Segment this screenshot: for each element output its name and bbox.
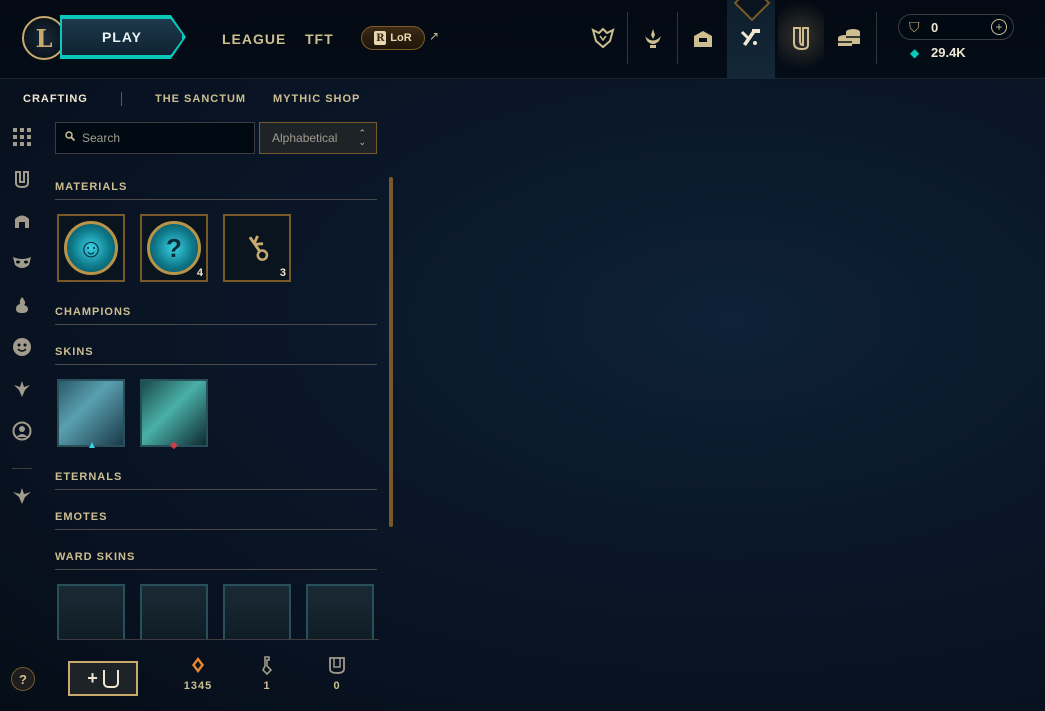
store-bag-icon[interactable]: [687, 20, 719, 56]
skin-rarity-gem-icon: ▲: [87, 440, 97, 451]
rail-divider: [12, 468, 32, 469]
key-fragment-icon: [247, 656, 287, 680]
add-chest-plus: +: [87, 668, 98, 688]
tab-mythic-shop[interactable]: MYTHIC SHOP: [273, 93, 360, 105]
other-loot-icon[interactable]: [10, 484, 34, 508]
orange-essence-counter: 1345: [178, 656, 218, 692]
rp-value: 0: [931, 20, 939, 35]
tab-the-sanctum[interactable]: THE SANCTUM: [155, 93, 246, 105]
blue-essence-icon: ◆: [910, 46, 920, 60]
sort-dropdown[interactable]: Alphabetical ⌃ ⌄: [259, 122, 377, 154]
ward-skin-thumbnail: [59, 586, 123, 640]
chest-count-icon: [317, 656, 357, 680]
loot-list: MATERIALS ☺ ? 4 ⚷ 3 CHAMPIONS SKINS ▲ ◆ …: [55, 170, 377, 640]
top-bar: L PLAY LEAGUE TFT R LoR ↗ ⛉ 0 + ◆ 29.4K: [0, 0, 1045, 79]
loot-item-ward-skin[interactable]: [306, 584, 374, 640]
league-logo[interactable]: L: [22, 16, 66, 60]
loot-item-hextech-key[interactable]: ⚷ 3: [223, 214, 291, 282]
lor-badge-icon: R: [374, 31, 387, 45]
loot-item-mystery-orb[interactable]: ? 4: [140, 214, 208, 282]
champion-helmet-icon[interactable]: [10, 209, 34, 233]
loot-list-scrollbar[interactable]: [389, 177, 393, 527]
crafting-hammer-icon[interactable]: [735, 20, 767, 56]
worlds-icon[interactable]: [587, 20, 619, 56]
header-divider: [627, 12, 628, 64]
search-icon: [65, 131, 76, 144]
tab-crafting[interactable]: CRAFTING: [23, 93, 88, 105]
search-field[interactable]: [55, 122, 255, 154]
loot-item-skin[interactable]: ◆: [140, 379, 208, 451]
key-fragment-counter: 1: [247, 656, 287, 692]
skins-mask-icon[interactable]: [10, 251, 34, 275]
skin-thumbnail: [59, 381, 123, 445]
rp-icon: ⛉: [909, 19, 920, 35]
buy-rp-button[interactable]: +: [991, 19, 1007, 35]
loot-item-ward-skin[interactable]: [140, 584, 208, 640]
header-divider: [876, 12, 877, 64]
loot-item-ward-skin[interactable]: [223, 584, 291, 640]
section-emotes[interactable]: EMOTES: [55, 500, 377, 530]
blue-essence-value: 29.4K: [931, 45, 966, 60]
loot-item-ward-skin[interactable]: [57, 584, 125, 640]
section-ward-skins[interactable]: WARD SKINS: [55, 540, 377, 570]
ward-skin-thumbnail: [142, 586, 206, 640]
tab-divider: [121, 92, 122, 106]
section-champions[interactable]: CHAMPIONS: [55, 295, 377, 325]
skin-thumbnail: [142, 381, 206, 445]
section-skins[interactable]: SKINS: [55, 335, 377, 365]
chest-count-value: 0: [333, 680, 341, 692]
orange-essence-value: 1345: [183, 680, 213, 692]
lor-button[interactable]: R LoR: [361, 26, 425, 50]
hextech-key-icon: ⚷: [235, 225, 279, 271]
loot-coins-icon[interactable]: [833, 20, 865, 56]
chest-icon: [102, 669, 119, 688]
lor-label: LoR: [390, 32, 412, 44]
section-eternals[interactable]: ETERNALS: [55, 460, 377, 490]
eternals-flame-icon[interactable]: [10, 293, 34, 317]
loot-count: 4: [196, 267, 203, 279]
search-input[interactable]: [82, 129, 250, 147]
ward-skin-thumbnail: [308, 586, 372, 640]
chest-icon[interactable]: [10, 167, 34, 191]
rp-wallet: ⛉ 0 +: [898, 14, 1014, 40]
section-materials[interactable]: MATERIALS: [55, 170, 377, 200]
skin-rarity-gem-icon: ◆: [170, 440, 178, 451]
help-button[interactable]: ?: [11, 667, 35, 691]
collection-icon[interactable]: [785, 20, 817, 56]
sort-chevron-icon: ⌃ ⌄: [358, 128, 366, 147]
loot-item-emote-orb[interactable]: ☺: [57, 214, 125, 282]
key-fragment-value: 1: [263, 680, 271, 692]
loot-count: 3: [279, 267, 286, 279]
nav-league[interactable]: LEAGUE: [222, 31, 286, 47]
chest-counter: 0: [317, 656, 357, 692]
add-chest-button[interactable]: +: [68, 661, 138, 696]
mystery-orb-icon: ?: [147, 221, 201, 275]
header-divider: [677, 12, 678, 64]
orange-essence-icon: [178, 656, 218, 680]
emotes-face-icon[interactable]: [10, 335, 34, 359]
loot-item-skin[interactable]: ▲: [57, 379, 125, 451]
all-categories-icon[interactable]: [10, 125, 34, 149]
summoner-icons-icon[interactable]: [10, 419, 34, 443]
ward-skins-icon[interactable]: [10, 377, 34, 401]
emote-orb-icon: ☺: [64, 221, 118, 275]
nav-tft[interactable]: TFT: [305, 31, 334, 47]
honor-icon[interactable]: [637, 20, 669, 56]
external-link-icon: ↗: [429, 29, 440, 43]
play-button[interactable]: PLAY: [62, 17, 184, 57]
ward-skin-thumbnail: [225, 586, 289, 640]
sort-value: Alphabetical: [272, 131, 338, 145]
footer-divider: [57, 639, 379, 640]
